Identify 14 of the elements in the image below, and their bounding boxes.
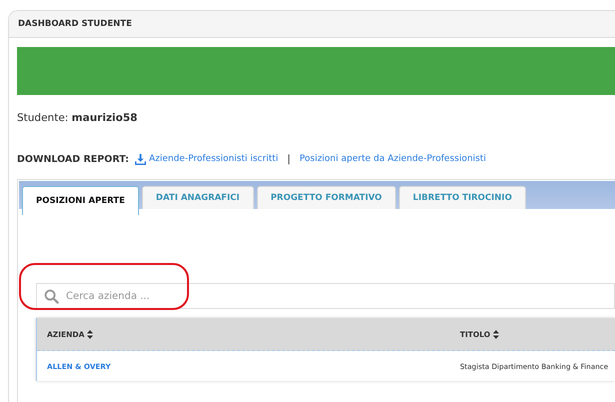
tab[interactable]: POSIZIONI APERTE [22,186,139,215]
download-report-label: DOWNLOAD REPORT: [17,154,129,164]
panel-title: DASHBOARD STUDENTE [18,19,132,29]
search-field[interactable]: Cerca azienda ... [36,283,615,309]
download-icon [134,154,146,164]
sort-icon [87,330,94,338]
report-link[interactable]: Aziende-Professionisti iscritti [134,154,278,164]
separator: | [287,154,291,164]
tab[interactable]: PROGETTO FORMATIVO [256,186,396,209]
sort-icon [493,330,500,338]
tab[interactable]: DATI ANAGRAFICI [142,186,254,209]
student-label: Studente: maurizio58 [17,112,138,126]
tab[interactable]: LIBRETTO TIROCINIO [398,186,526,209]
report-link[interactable]: Posizioni aperte da Aziende-Professionisti [300,154,486,164]
